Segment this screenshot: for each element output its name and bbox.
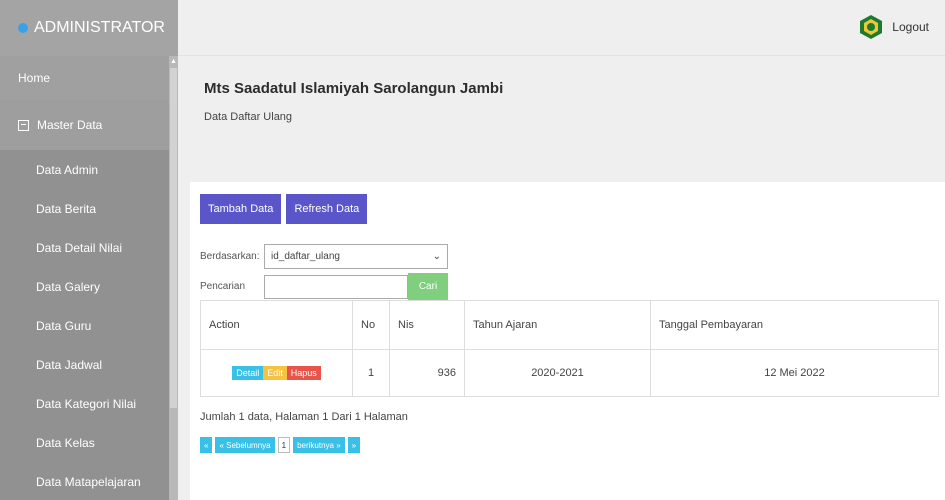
filter-row: Berdasarkan: id_daftar_ulang ⌄: [200, 244, 935, 269]
school-logo-icon: [860, 15, 883, 39]
action-buttons: Tambah Data Refresh Data: [200, 194, 935, 224]
sidebar-item-label: Data Berita: [36, 201, 97, 216]
search-button[interactable]: Cari: [408, 273, 448, 300]
sidebar-item-label: Data Kelas: [36, 435, 95, 450]
sidebar-item-data-kelas[interactable]: Data Kelas: [0, 423, 178, 462]
page-title: Mts Saadatul Islamiyah Sarolangun Jambi: [204, 80, 504, 97]
data-table: Action No Nis Tahun Ajaran Tanggal Pemba…: [200, 300, 939, 397]
refresh-data-button[interactable]: Refresh Data: [286, 194, 368, 224]
cell-tanggal-pembayaran: 12 Mei 2022: [650, 349, 939, 397]
content-panel: Tambah Data Refresh Data Berdasarkan: id…: [190, 182, 945, 500]
sidebar-item-data-kategori-nilai[interactable]: Data Kategori Nilai: [0, 384, 178, 423]
sidebar-item-data-admin[interactable]: Data Admin: [0, 150, 178, 189]
sidebar-item-label: Data Jadwal: [36, 357, 103, 372]
pagination-summary: Jumlah 1 data, Halaman 1 Dari 1 Halaman: [200, 411, 408, 423]
sidebar-item-data-detail-nilai[interactable]: Data Detail Nilai: [0, 228, 178, 267]
cell-no: 1: [352, 349, 390, 397]
brand-title: ADMINISTRATOR: [34, 19, 165, 36]
column-header: Nis: [389, 300, 465, 350]
filter-select[interactable]: id_daftar_ulang ⌄: [264, 244, 448, 269]
current-page[interactable]: 1: [277, 437, 291, 453]
scrollbar-thumb[interactable]: [170, 68, 177, 408]
pagination: « « Sebelumnya 1 berikutnya » »: [200, 437, 935, 453]
next-page-button[interactable]: berikutnya »: [293, 437, 345, 453]
sidebar-item-data-berita[interactable]: Data Berita: [0, 189, 178, 228]
table-header-row: Action No Nis Tahun Ajaran Tanggal Pemba…: [200, 300, 939, 350]
filter-label: Berdasarkan:: [200, 251, 260, 262]
sidebar-item-label: Data Matapelajaran: [36, 474, 141, 489]
detail-button[interactable]: Detail: [232, 366, 264, 380]
logout-link[interactable]: Logout: [892, 20, 929, 34]
cell-tahun-ajaran: 2020-2021: [464, 349, 651, 397]
chevron-down-icon: ⌄: [432, 251, 441, 262]
sidebar-item-label: Data Detail Nilai: [36, 240, 123, 255]
table-row: Detail Edit Hapus 1 936 2020-2021 12 Mei 2…: [200, 349, 939, 397]
sidebar-item-home[interactable]: Home: [0, 56, 178, 100]
filter-selected-value: id_daftar_ulang: [271, 251, 340, 262]
sidebar-item-master-data[interactable]: Master Data: [0, 100, 178, 150]
sidebar-scrollbar[interactable]: ▲: [169, 56, 178, 500]
topbar: Logout: [178, 0, 945, 56]
sidebar-item-data-guru[interactable]: Data Guru: [0, 306, 178, 345]
sidebar-item-data-galery[interactable]: Data Galery: [0, 267, 178, 306]
action-cell: Detail Edit Hapus: [200, 349, 353, 397]
column-header: Tahun Ajaran: [464, 300, 651, 350]
page-subtitle: Data Daftar Ulang: [204, 111, 293, 123]
sidebar-item-label: Master Data: [37, 118, 103, 132]
sidebar: Home Master Data Data Admin Data Berita …: [0, 56, 178, 500]
brand[interactable]: ADMINISTRATOR: [0, 0, 178, 56]
column-header: Tanggal Pembayaran: [650, 300, 939, 350]
sidebar-item-label: Data Galery: [36, 279, 101, 294]
logout-area: Logout: [858, 14, 929, 40]
sidebar-item-label: Data Guru: [36, 318, 92, 333]
page-heading: Mts Saadatul Islamiyah Sarolangun Jambi …: [178, 56, 945, 123]
sidebar-item-label: Data Admin: [36, 162, 99, 177]
search-input[interactable]: [264, 274, 408, 299]
dot-icon: [18, 23, 28, 33]
sidebar-item-data-matapelajaran[interactable]: Data Matapelajaran: [0, 462, 178, 500]
last-page-button[interactable]: »: [347, 437, 361, 453]
column-header: Action: [200, 300, 353, 350]
sidebar-item-label: Data Kategori Nilai: [36, 396, 137, 411]
add-data-button[interactable]: Tambah Data: [200, 194, 282, 224]
table-icon: [18, 119, 29, 131]
cell-nis: 936: [389, 349, 465, 397]
search-row: Pencarian Cari: [200, 273, 935, 300]
prev-page-button[interactable]: « Sebelumnya: [215, 437, 275, 453]
sidebar-item-label: Home: [18, 71, 51, 85]
scroll-up-icon[interactable]: ▲: [170, 58, 177, 66]
delete-button[interactable]: Hapus: [286, 366, 321, 380]
edit-button[interactable]: Edit: [263, 366, 287, 380]
sidebar-item-data-jadwal[interactable]: Data Jadwal: [0, 345, 178, 384]
first-page-button[interactable]: «: [200, 437, 213, 453]
column-header: No: [352, 300, 390, 350]
search-label: Pencarian: [200, 281, 246, 292]
main-content: Mts Saadatul Islamiyah Sarolangun Jambi …: [178, 56, 945, 500]
